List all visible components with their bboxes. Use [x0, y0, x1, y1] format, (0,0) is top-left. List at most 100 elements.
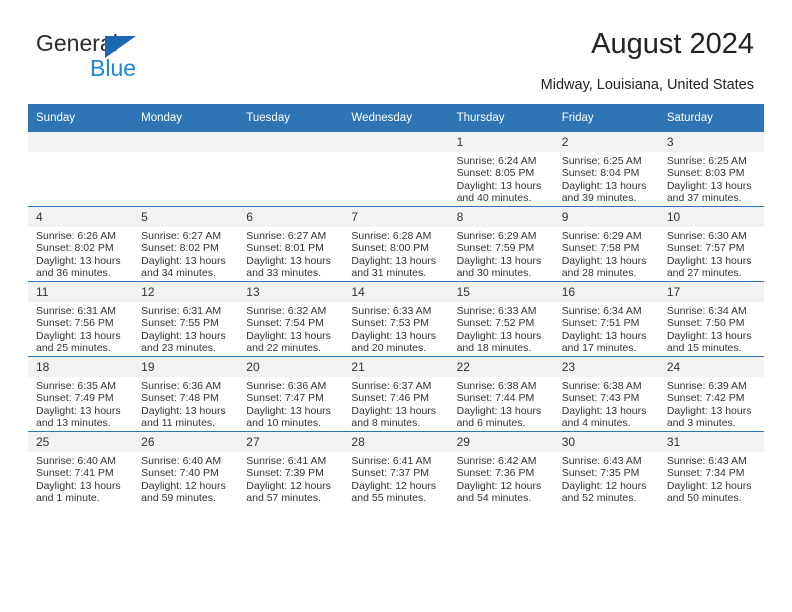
daylight-text-line1: Daylight: 13 hours — [561, 404, 647, 417]
day-details: Sunrise: 6:31 AM Sunset: 7:56 PM Daylight:… — [28, 302, 133, 355]
daylight-text-line1: Daylight: 13 hours — [246, 254, 331, 267]
calendar-day-cell[interactable]: 5 Sunrise: 6:27 AM Sunset: 8:02 PM Daylight… — [133, 206, 239, 282]
calendar-day-cell[interactable]: 22 Sunrise: 6:38 AM Sunset: 7:44 PM Dayligh… — [448, 356, 554, 432]
daylight-text-line1: Daylight: 13 hours — [456, 404, 542, 417]
daylight-text-line1: Daylight: 13 hours — [561, 254, 647, 267]
sunrise-text: Sunrise: 6:39 AM — [666, 380, 747, 392]
calendar-day-cell[interactable]: 18 Sunrise: 6:35 AM Sunset: 7:49 PM Dayligh… — [28, 356, 134, 432]
sunrise-text: Sunrise: 6:28 AM — [351, 230, 432, 242]
daylight-text-line2: and 34 minutes. — [141, 267, 216, 280]
daylight-text-line1: Daylight: 13 hours — [36, 254, 121, 267]
daylight-text-line1: Daylight: 12 hours — [666, 479, 752, 492]
day-details: Sunrise: 6:26 AM Sunset: 8:02 PM Daylight:… — [28, 227, 133, 280]
calendar-day-cell[interactable]: 17 Sunrise: 6:34 AM Sunset: 7:50 PM Dayligh… — [658, 281, 764, 357]
sunrise-text: Sunrise: 6:31 AM — [141, 305, 222, 317]
day-number: 24 — [658, 357, 764, 377]
calendar-day-cell[interactable]: 8 Sunrise: 6:29 AM Sunset: 7:59 PM Daylight… — [448, 206, 554, 282]
sunset-text: Sunset: 7:50 PM — [666, 317, 745, 330]
sunrise-text: Sunrise: 6:24 AM — [456, 155, 537, 167]
daylight-text-line2: and 10 minutes. — [246, 417, 321, 430]
sunrise-text: Sunrise: 6:40 AM — [141, 455, 222, 467]
day-details: Sunrise: 6:43 AM Sunset: 7:35 PM Daylight:… — [554, 452, 659, 505]
weekday-header-saturday: Saturday — [658, 104, 764, 132]
daylight-text-line1: Daylight: 13 hours — [351, 254, 437, 267]
sunset-text: Sunset: 8:05 PM — [456, 167, 535, 180]
calendar-day-cell[interactable]: 24 Sunrise: 6:39 AM Sunset: 7:42 PM Dayligh… — [658, 356, 764, 432]
daylight-text-line2: and 52 minutes. — [561, 492, 637, 505]
daylight-text-line1: Daylight: 13 hours — [561, 179, 647, 192]
calendar-day-cell[interactable]: 28 Sunrise: 6:41 AM Sunset: 7:37 PM Dayligh… — [343, 431, 449, 506]
calendar-day-cell[interactable]: 21 Sunrise: 6:37 AM Sunset: 7:46 PM Dayligh… — [343, 356, 449, 432]
calendar-day-cell[interactable]: 3 Sunrise: 6:25 AM Sunset: 8:03 PM Daylight… — [658, 132, 764, 207]
calendar-day-cell[interactable]: 31 Sunrise: 6:43 AM Sunset: 7:34 PM Dayligh… — [658, 431, 764, 506]
day-number: 6 — [238, 207, 344, 227]
day-details: Sunrise: 6:41 AM Sunset: 7:37 PM Daylight:… — [343, 452, 448, 505]
sunrise-text: Sunrise: 6:42 AM — [456, 455, 537, 467]
calendar-day-cell[interactable]: 10 Sunrise: 6:30 AM Sunset: 7:57 PM Dayligh… — [658, 206, 764, 282]
weekday-header-tuesday: Tuesday — [238, 104, 344, 132]
sunrise-text: Sunrise: 6:36 AM — [246, 380, 327, 392]
sunrise-text: Sunrise: 6:34 AM — [666, 305, 747, 317]
calendar-day-cell[interactable]: 6 Sunrise: 6:27 AM Sunset: 8:01 PM Daylight… — [238, 206, 344, 282]
calendar-day-cell[interactable]: 11 Sunrise: 6:31 AM Sunset: 7:56 PM Dayligh… — [28, 281, 134, 357]
sunrise-text: Sunrise: 6:32 AM — [246, 305, 327, 317]
sunrise-text: Sunrise: 6:29 AM — [561, 230, 642, 242]
sunrise-text: Sunrise: 6:43 AM — [561, 455, 642, 467]
calendar-day-cell[interactable]: 23 Sunrise: 6:38 AM Sunset: 7:43 PM Dayligh… — [553, 356, 659, 432]
sunset-text: Sunset: 8:04 PM — [561, 167, 640, 180]
daylight-text-line2: and 31 minutes. — [351, 267, 427, 280]
page-subtitle: Midway, Louisiana, United States — [540, 77, 754, 93]
day-details: Sunrise: 6:43 AM Sunset: 7:34 PM Daylight:… — [659, 452, 764, 505]
day-details: Sunrise: 6:41 AM Sunset: 7:39 PM Daylight:… — [238, 452, 343, 505]
sunrise-text: Sunrise: 6:30 AM — [666, 230, 747, 242]
day-details: Sunrise: 6:38 AM Sunset: 7:43 PM Daylight:… — [554, 377, 659, 430]
sunrise-text: Sunrise: 6:25 AM — [666, 155, 747, 167]
sunrise-text: Sunrise: 6:35 AM — [36, 380, 116, 392]
day-number: 29 — [448, 432, 554, 452]
calendar-week-row: 25 Sunrise: 6:40 AM Sunset: 7:41 PM Dayligh… — [28, 431, 764, 506]
day-details: Sunrise: 6:27 AM Sunset: 8:02 PM Daylight:… — [133, 227, 238, 280]
day-number: 16 — [553, 282, 659, 302]
daylight-text-line1: Daylight: 13 hours — [141, 404, 226, 417]
sunset-text: Sunset: 7:51 PM — [561, 317, 640, 330]
sunset-text: Sunset: 7:58 PM — [561, 242, 640, 255]
day-number: 13 — [238, 282, 344, 302]
day-details: Sunrise: 6:35 AM Sunset: 7:49 PM Daylight:… — [28, 377, 133, 430]
calendar-week-row: 4 Sunrise: 6:26 AM Sunset: 8:02 PM Daylight… — [28, 206, 764, 282]
calendar-day-cell[interactable]: 2 Sunrise: 6:25 AM Sunset: 8:04 PM Daylight… — [553, 132, 659, 207]
sunrise-text: Sunrise: 6:34 AM — [561, 305, 642, 317]
calendar-day-cell[interactable]: 27 Sunrise: 6:41 AM Sunset: 7:39 PM Dayligh… — [238, 431, 344, 506]
calendar-day-cell[interactable]: 20 Sunrise: 6:36 AM Sunset: 7:47 PM Dayligh… — [238, 356, 344, 432]
daylight-text-line1: Daylight: 13 hours — [141, 329, 226, 342]
calendar-day-cell[interactable]: 26 Sunrise: 6:40 AM Sunset: 7:40 PM Dayligh… — [133, 431, 239, 506]
sunrise-text: Sunrise: 6:33 AM — [351, 305, 432, 317]
calendar-day-cell[interactable]: 7 Sunrise: 6:28 AM Sunset: 8:00 PM Daylight… — [343, 206, 449, 282]
general-blue-logo[interactable]: General Blue — [36, 32, 226, 88]
calendar-day-cell[interactable]: 16 Sunrise: 6:34 AM Sunset: 7:51 PM Dayligh… — [553, 281, 659, 357]
sunrise-text: Sunrise: 6:31 AM — [36, 305, 116, 317]
calendar-week-row: 18 Sunrise: 6:35 AM Sunset: 7:49 PM Dayligh… — [28, 356, 764, 432]
day-details: Sunrise: 6:38 AM Sunset: 7:44 PM Daylight:… — [449, 377, 554, 430]
calendar-day-cell[interactable]: 12 Sunrise: 6:31 AM Sunset: 7:55 PM Dayligh… — [133, 281, 239, 357]
day-number: 23 — [553, 357, 659, 377]
day-details: Sunrise: 6:31 AM Sunset: 7:55 PM Daylight:… — [133, 302, 238, 355]
daylight-text-line2: and 39 minutes. — [561, 192, 637, 205]
calendar-day-cell[interactable]: 4 Sunrise: 6:26 AM Sunset: 8:02 PM Daylight… — [28, 206, 134, 282]
calendar-day-cell[interactable]: 9 Sunrise: 6:29 AM Sunset: 7:58 PM Daylight… — [553, 206, 659, 282]
calendar-day-cell[interactable]: 14 Sunrise: 6:33 AM Sunset: 7:53 PM Dayligh… — [343, 281, 449, 357]
calendar-day-cell[interactable]: 1 Sunrise: 6:24 AM Sunset: 8:05 PM Daylight… — [448, 132, 554, 207]
day-number: 9 — [553, 207, 659, 227]
sunset-text: Sunset: 8:02 PM — [141, 242, 219, 255]
daylight-text-line2: and 18 minutes. — [456, 342, 532, 355]
calendar-day-cell[interactable]: 13 Sunrise: 6:32 AM Sunset: 7:54 PM Dayligh… — [238, 281, 344, 357]
day-details: Sunrise: 6:40 AM Sunset: 7:40 PM Daylight:… — [133, 452, 238, 505]
calendar-day-cell[interactable]: 29 Sunrise: 6:42 AM Sunset: 7:36 PM Dayligh… — [448, 431, 554, 506]
day-details: Sunrise: 6:39 AM Sunset: 7:42 PM Daylight:… — [659, 377, 764, 430]
day-details: Sunrise: 6:27 AM Sunset: 8:01 PM Daylight:… — [238, 227, 343, 280]
calendar-day-cell[interactable]: 25 Sunrise: 6:40 AM Sunset: 7:41 PM Dayligh… — [28, 431, 134, 506]
calendar-day-cell[interactable]: 15 Sunrise: 6:33 AM Sunset: 7:52 PM Dayligh… — [448, 281, 554, 357]
calendar-day-cell[interactable]: 19 Sunrise: 6:36 AM Sunset: 7:48 PM Dayligh… — [133, 356, 239, 432]
calendar-day-cell[interactable]: 30 Sunrise: 6:43 AM Sunset: 7:35 PM Dayligh… — [553, 431, 659, 506]
sunrise-text: Sunrise: 6:38 AM — [456, 380, 537, 392]
weekday-header-row: Sunday Monday Tuesday Wednesday Thursday… — [28, 104, 764, 132]
